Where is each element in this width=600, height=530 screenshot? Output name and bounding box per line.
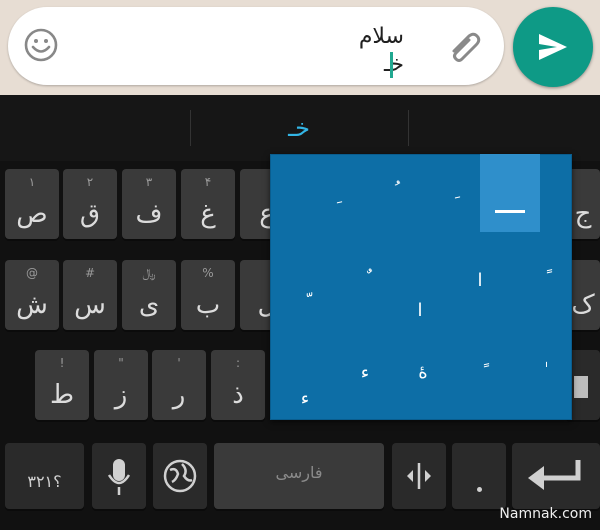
- globe-icon: [163, 459, 197, 493]
- language-key[interactable]: [153, 443, 207, 509]
- diacritic-key[interactable]: ۀ: [413, 362, 433, 383]
- diacritic-key[interactable]: ّ: [295, 292, 315, 313]
- send-icon: [539, 34, 567, 60]
- diacritic-key[interactable]: ء: [355, 362, 375, 383]
- cursor-move-key[interactable]: [392, 443, 446, 509]
- diacritic-key[interactable]: ء: [295, 388, 315, 409]
- watermark: Namnak.com: [499, 506, 592, 522]
- text-caret: [390, 52, 393, 78]
- key-ye[interactable]: ﷼ ی: [122, 260, 176, 330]
- key-sad[interactable]: ۱ ص: [5, 169, 59, 239]
- diacritic-key[interactable]: ٰ: [532, 362, 552, 383]
- suggestion-word[interactable]: خـ: [190, 95, 408, 161]
- key-shin[interactable]: @ ش: [5, 260, 59, 330]
- message-input[interactable]: سلام خـ: [8, 7, 504, 85]
- key-re[interactable]: ' ر: [152, 350, 206, 420]
- key-ghein[interactable]: ۴ غ: [181, 169, 235, 239]
- key-fe[interactable]: ۳ ف: [122, 169, 176, 239]
- message-line-2: خـ: [383, 52, 404, 77]
- microphone-icon: [107, 459, 131, 495]
- enter-key[interactable]: [512, 443, 600, 509]
- key-zal[interactable]: : ذ: [211, 350, 265, 420]
- key-be[interactable]: % ب: [181, 260, 235, 330]
- diacritic-key[interactable]: ٌ: [355, 268, 375, 289]
- key-qaf[interactable]: ۲ ق: [63, 169, 117, 239]
- message-text: سلام خـ: [359, 23, 404, 79]
- popup-selected-key[interactable]: [480, 154, 540, 232]
- message-line-1: سلام: [358, 24, 404, 49]
- diacritic-key[interactable]: ً: [472, 362, 492, 383]
- cursor-arrows-icon: [407, 463, 431, 489]
- compose-area: سلام خـ: [0, 0, 600, 95]
- mic-key[interactable]: [92, 443, 146, 509]
- diacritic-key[interactable]: ً: [535, 268, 555, 289]
- symbols-key[interactable]: ؟۳۲۱: [5, 443, 84, 509]
- tatweel-glyph: [495, 210, 525, 213]
- space-key[interactable]: فارسی: [214, 443, 384, 509]
- diacritic-key[interactable]: ِ: [443, 180, 463, 201]
- send-button[interactable]: [513, 7, 593, 87]
- punctuation-key[interactable]: [452, 443, 506, 509]
- dot-icon: [477, 487, 482, 492]
- key-sin[interactable]: # س: [63, 260, 117, 330]
- diacritic-key[interactable]: َ: [325, 198, 345, 219]
- key-ta[interactable]: ! ط: [35, 350, 89, 420]
- backspace-icon: [574, 376, 588, 398]
- diacritic-key[interactable]: ا: [470, 270, 490, 291]
- emoji-icon[interactable]: [22, 26, 60, 64]
- suggestion-divider: [408, 110, 409, 146]
- diacritic-key[interactable]: ا: [410, 300, 430, 321]
- paperclip-icon[interactable]: [446, 27, 486, 63]
- diacritic-key[interactable]: ُ: [383, 180, 403, 201]
- key-ze[interactable]: " ز: [94, 350, 148, 420]
- enter-icon: [528, 460, 581, 490]
